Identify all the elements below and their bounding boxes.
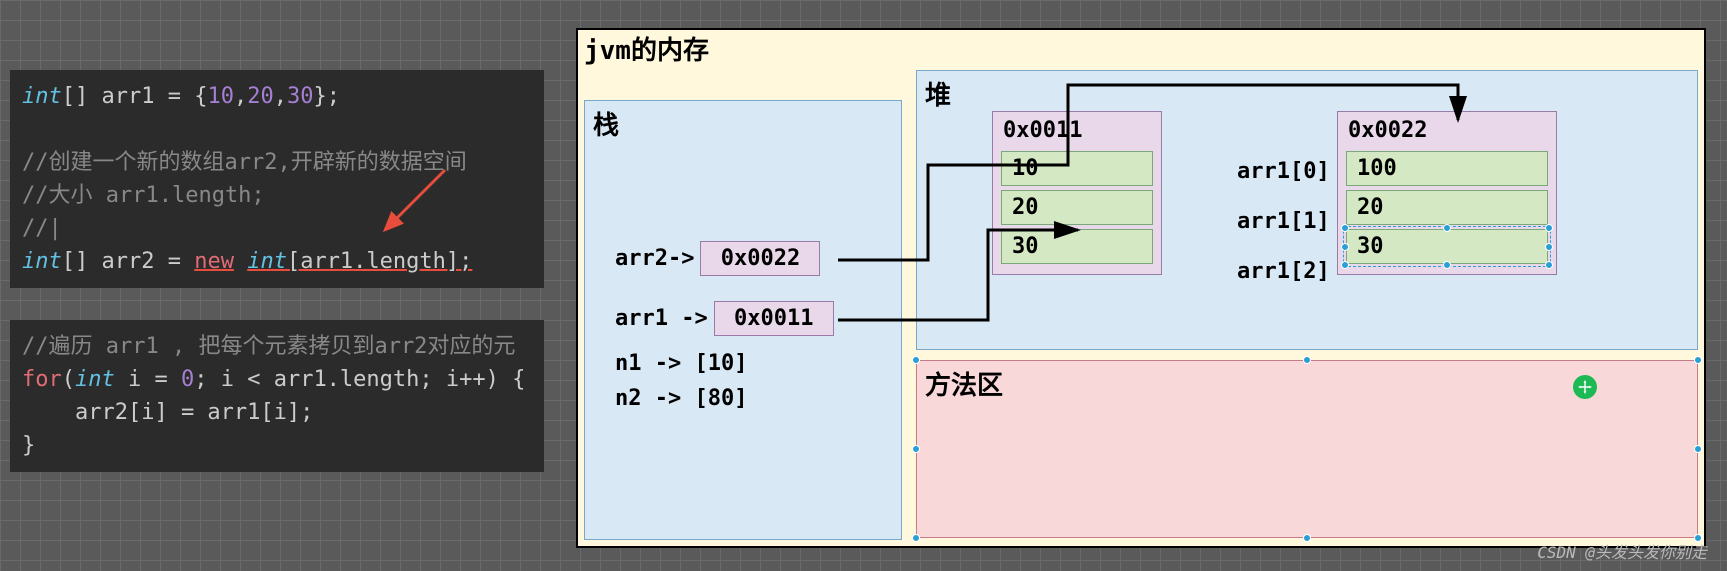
heap-region: 堆 0x0011 10 20 30 arr1[0] arr1[1] arr1[2… bbox=[916, 70, 1698, 350]
stack-entry-n1: n1 -> [10] bbox=[615, 351, 747, 376]
jvm-title: jvm的内存 bbox=[584, 30, 709, 67]
code-comment: //创建一个新的数组arr2,开辟新的数据空间 bbox=[22, 150, 467, 175]
stack-entry-arr1: arr1 -> 0x0011 bbox=[615, 301, 834, 336]
stack-value: 0x0022 bbox=[700, 241, 820, 276]
token-type: int bbox=[22, 84, 62, 109]
code-block-1: int[] arr1 = {10,20,30}; //创建一个新的数组arr2,… bbox=[10, 70, 544, 288]
stack-region: 栈 arr2-> 0x0022 arr1 -> 0x0011 n1 -> [10… bbox=[584, 100, 902, 540]
method-area-region: 方法区 bbox=[916, 360, 1698, 538]
heap-cell: 20 bbox=[1001, 190, 1153, 225]
heap-address: 0x0022 bbox=[1344, 118, 1550, 147]
method-area-title: 方法区 bbox=[925, 365, 1003, 402]
heap-object-0x0022: 0x0022 100 20 30 bbox=[1337, 111, 1557, 275]
selection-handle-icon[interactable] bbox=[1303, 356, 1311, 364]
stack-entry-n2: n2 -> [80] bbox=[615, 386, 747, 411]
selection-handle-icon[interactable] bbox=[1443, 224, 1451, 232]
code-block-2: //遍历 arr1 , 把每个元素拷贝到arr2对应的元 for(int i =… bbox=[10, 320, 544, 472]
selection-handle-icon[interactable] bbox=[1341, 243, 1349, 251]
selection-handle-icon[interactable] bbox=[1545, 224, 1553, 232]
heap-cell-selected[interactable]: 30 bbox=[1346, 229, 1548, 264]
heap-cell: 30 bbox=[1001, 229, 1153, 264]
selection-handle-icon[interactable] bbox=[1341, 261, 1349, 269]
code-comment: //| bbox=[22, 216, 62, 241]
heap-title: 堆 bbox=[925, 75, 951, 112]
selection-handle-icon[interactable] bbox=[1694, 445, 1702, 453]
heap-cell: 20 bbox=[1346, 190, 1548, 225]
selection-handle-icon[interactable] bbox=[1443, 261, 1451, 269]
code-comment: //大小 arr1.length; bbox=[22, 183, 265, 208]
selection-handle-icon[interactable] bbox=[1545, 261, 1553, 269]
heap-index-label: arr1[0] bbox=[1237, 159, 1330, 184]
stack-label: arr2-> bbox=[615, 246, 694, 271]
heap-index-label: arr1[1] bbox=[1237, 209, 1330, 234]
heap-cell: 100 bbox=[1346, 151, 1548, 186]
selection-handle-icon[interactable] bbox=[912, 445, 920, 453]
stack-value: 0x0011 bbox=[714, 301, 834, 336]
move-handle-icon[interactable] bbox=[1573, 375, 1597, 399]
stack-title: 栈 bbox=[593, 105, 619, 142]
selection-handle-icon[interactable] bbox=[1303, 534, 1311, 542]
heap-cell: 10 bbox=[1001, 151, 1153, 186]
selection-handle-icon[interactable] bbox=[1341, 224, 1349, 232]
stack-label: arr1 -> bbox=[615, 306, 708, 331]
selection-handle-icon[interactable] bbox=[1694, 356, 1702, 364]
stack-entry-arr2: arr2-> 0x0022 bbox=[615, 241, 820, 276]
selection-handle-icon[interactable] bbox=[1545, 243, 1553, 251]
selection-handle-icon[interactable] bbox=[912, 534, 920, 542]
heap-object-0x0011: 0x0011 10 20 30 bbox=[992, 111, 1162, 275]
heap-address: 0x0011 bbox=[999, 118, 1155, 147]
code-comment: //遍历 arr1 , 把每个元素拷贝到arr2对应的元 bbox=[22, 334, 515, 359]
selection-handle-icon[interactable] bbox=[912, 356, 920, 364]
jvm-memory-diagram: jvm的内存 栈 arr2-> 0x0022 arr1 -> 0x0011 n1… bbox=[576, 28, 1706, 548]
watermark: CSDN @头发头发你别走 bbox=[1537, 539, 1707, 563]
heap-index-label: arr1[2] bbox=[1237, 259, 1330, 284]
